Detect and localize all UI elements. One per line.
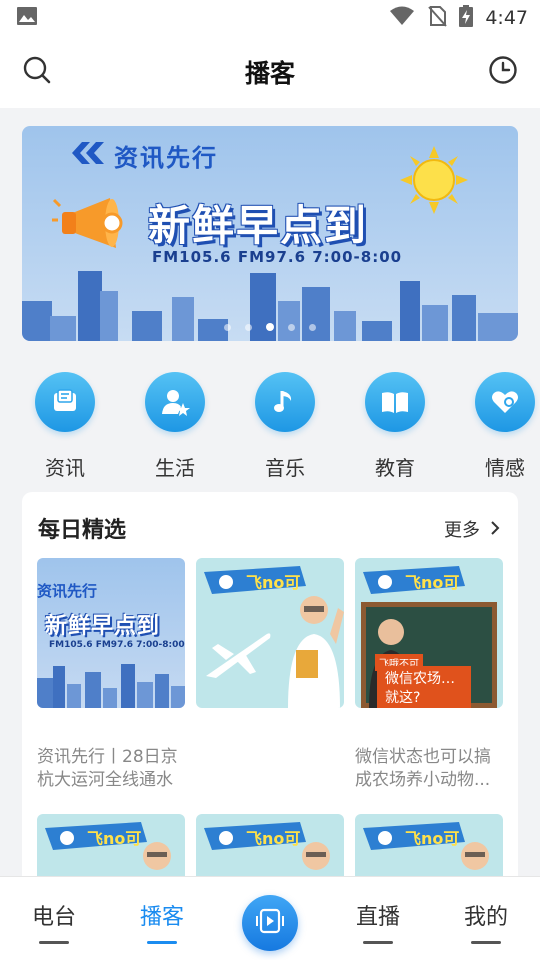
history-clock-icon[interactable]: [488, 55, 518, 89]
status-bar: 4:47: [0, 0, 540, 36]
category-life[interactable]: 生活: [130, 372, 220, 481]
banner-brand: 资讯先行: [114, 144, 218, 172]
status-time: 4:47: [485, 7, 528, 29]
tab-underline: [147, 941, 177, 944]
bottom-navigation: 电台 播客 直播 我的: [0, 876, 540, 960]
show-logo-text: 飞no可: [87, 829, 141, 848]
brand-arrows-icon: [72, 142, 104, 164]
section-title: 每日精选: [38, 518, 127, 543]
show-logo-text: 飞no可: [405, 829, 459, 848]
news-icon: [35, 372, 95, 432]
thumbnail-title: 新鲜早点到: [45, 614, 161, 639]
life-person-star-icon: [145, 372, 205, 432]
host-photo: [461, 842, 489, 870]
airplane-icon: [206, 633, 271, 678]
wifi-icon: [389, 6, 415, 30]
category-label: 音乐: [265, 456, 305, 480]
host-photo: [143, 842, 171, 870]
tab-underline: [471, 941, 501, 944]
podcast-caption[interactable]: 资讯先行丨28日京杭大运河全线通水: [37, 746, 187, 792]
tab-label: 直播: [355, 905, 400, 930]
category-news[interactable]: 资讯: [20, 372, 110, 481]
tab-live[interactable]: 直播: [338, 899, 418, 944]
tab-mine[interactable]: 我的: [446, 899, 526, 944]
carousel-dot[interactable]: [224, 323, 231, 331]
show-logo-text: 飞no可: [246, 829, 300, 848]
play-video-button[interactable]: [242, 895, 298, 951]
tab-radio[interactable]: 电台: [14, 899, 94, 944]
show-logo-graphic: 飞no可: [45, 822, 147, 850]
tab-label: 电台: [31, 905, 76, 930]
main-content[interactable]: 资讯先行 新鲜早点到 FM105.6 FM97.6 7:00-8:00 资讯 生…: [0, 108, 540, 876]
battery-charging-icon: [459, 5, 474, 31]
play-video-icon: [255, 906, 285, 940]
podcast-thumbnail[interactable]: 资讯先行 新鲜早点到 FM105.6 FM97.6 7:00-8:00: [37, 558, 185, 708]
top-app-bar: 播客: [0, 36, 540, 108]
no-sim-icon: [427, 5, 448, 31]
category-label: 教育: [375, 456, 415, 480]
more-label: 更多: [444, 520, 480, 541]
sun-icon: [400, 146, 468, 214]
show-logo-text: 飞no可: [405, 573, 459, 592]
book-icon: [365, 372, 425, 432]
thumbnail-brand: 资讯先行: [37, 582, 98, 600]
podcast-thumbnail[interactable]: 飞no可: [37, 814, 185, 876]
thumbnail-overlay-caption: 微信农场…就这?: [377, 666, 471, 708]
category-label: 资讯: [45, 456, 85, 480]
podcast-thumbnail[interactable]: 飞no可 飞哦不可 微信农场…就这?: [355, 558, 503, 708]
category-education[interactable]: 教育: [350, 372, 440, 481]
tab-underline: [39, 941, 69, 944]
carousel-dot-active[interactable]: [266, 323, 274, 331]
search-icon[interactable]: [22, 55, 52, 89]
category-emotion[interactable]: 情感: [460, 372, 540, 481]
show-logo-graphic: 飞no可: [363, 822, 465, 850]
show-logo-graphic: 飞no可: [363, 566, 465, 594]
host-photo: [302, 842, 330, 870]
carousel-dot[interactable]: [309, 323, 316, 331]
podcast-caption[interactable]: 微信状态也可以搞成农场养小动物...: [355, 746, 505, 792]
chevron-right-icon: [490, 519, 500, 540]
banner-carousel[interactable]: 资讯先行 新鲜早点到 FM105.6 FM97.6 7:00-8:00: [22, 126, 518, 341]
banner-subtitle: FM105.6 FM97.6 7:00-8:00: [152, 248, 403, 266]
banner-title: 新鲜早点到: [148, 201, 369, 250]
category-label: 情感: [485, 456, 525, 480]
show-logo-graphic: 飞no可: [204, 822, 306, 850]
carousel-dot[interactable]: [288, 323, 295, 331]
page-title: 播客: [244, 59, 295, 88]
category-label: 生活: [155, 456, 195, 480]
tab-label: 播客: [139, 905, 184, 930]
heart-search-icon: [475, 372, 535, 432]
category-music[interactable]: 音乐: [240, 372, 330, 481]
carousel-indicator: [22, 323, 518, 331]
host-photo: [288, 596, 344, 708]
image-icon: [16, 6, 38, 30]
megaphone-icon: [52, 198, 123, 248]
more-link[interactable]: 更多: [444, 516, 500, 542]
podcast-thumbnail[interactable]: 飞no可: [196, 558, 344, 708]
city-skyline-graphic: [37, 664, 185, 708]
daily-picks-card: 每日精选 更多 资讯先行 新鲜早点到 FM105.6 FM97.6 7:00-8…: [22, 492, 518, 876]
carousel-dot[interactable]: [245, 323, 252, 331]
podcast-thumbnail[interactable]: 飞no可: [355, 814, 503, 876]
tab-label: 我的: [463, 905, 508, 930]
tab-podcast[interactable]: 播客: [122, 899, 202, 944]
category-row[interactable]: 资讯 生活 音乐 教育 情感: [0, 372, 540, 482]
podcast-thumbnail[interactable]: 飞no可: [196, 814, 344, 876]
music-note-icon: [255, 372, 315, 432]
tab-underline: [363, 941, 393, 944]
thumbnail-subtitle: FM105.6 FM97.6 7:00-8:00: [49, 640, 185, 650]
